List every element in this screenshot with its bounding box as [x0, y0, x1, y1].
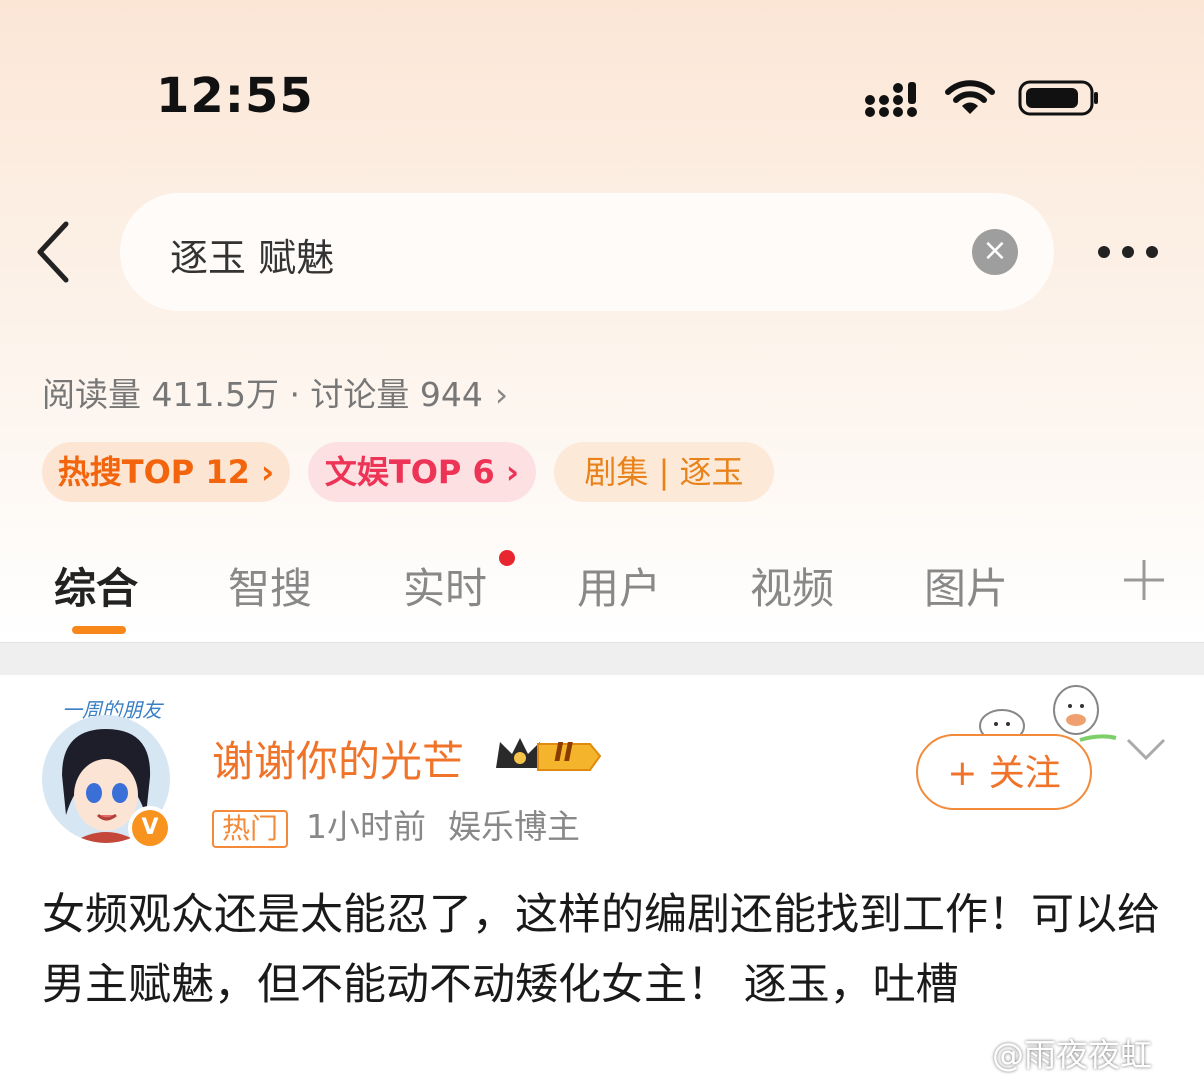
section-divider — [0, 642, 1204, 675]
hot-search-rank-chip[interactable]: 热搜TOP 12 › — [42, 442, 290, 502]
plus-icon[interactable] — [1120, 556, 1168, 604]
post-meta: 热门 1小时前 娱乐博主 — [212, 800, 580, 848]
more-options-icon[interactable] — [1096, 232, 1162, 272]
tab-images[interactable]: 图片 — [924, 555, 1008, 616]
search-input[interactable]: 逐玉 赋魅 × — [120, 193, 1054, 311]
wifi-icon — [945, 80, 995, 114]
author-role: 娱乐博主 — [448, 807, 581, 846]
battery-icon — [1018, 80, 1098, 116]
hot-tag: 热门 — [212, 809, 289, 848]
level-text: II — [554, 738, 574, 768]
drama-chip[interactable]: 剧集 | 逐玉 — [554, 442, 774, 502]
close-icon[interactable]: × — [972, 229, 1018, 275]
crown-level-badge: II — [492, 734, 604, 776]
post-time: 1小时前 — [306, 807, 427, 846]
search-query: 逐玉 赋魅 — [170, 236, 335, 280]
tab-realtime[interactable]: 实时 — [403, 555, 487, 616]
tab-video[interactable]: 视频 — [750, 555, 834, 616]
chevron-right-icon: › — [494, 375, 509, 414]
chevron-down-icon[interactable] — [1124, 734, 1168, 764]
active-tab-indicator — [72, 626, 126, 634]
tab-users[interactable]: 用户 — [577, 555, 661, 616]
post-body-text[interactable]: 女频观众还是太能忍了，这样的编剧还能找到工作！可以给男主赋魅，但不能动不动矮化女… — [42, 880, 1172, 1020]
notification-dot — [499, 550, 515, 566]
tab-comprehensive[interactable]: 综合 — [54, 555, 138, 616]
back-arrow-icon[interactable] — [30, 218, 80, 286]
topic-stats[interactable]: 阅读量 411.5万 · 讨论量 944 › — [42, 368, 508, 416]
tab-smart-search[interactable]: 智搜 — [228, 555, 312, 616]
watermark: @雨夜夜虹 — [992, 1036, 1153, 1074]
follow-button[interactable]: + 关注 — [916, 734, 1092, 810]
cellular-signal-icon — [865, 82, 917, 117]
verified-badge: V — [128, 806, 172, 850]
topic-stats-text: 阅读量 411.5万 · 讨论量 944 — [42, 375, 483, 414]
username[interactable]: 谢谢你的光芒 — [212, 728, 464, 789]
crown-icon — [496, 738, 602, 771]
status-time: 12:55 — [156, 68, 314, 124]
entertainment-rank-chip[interactable]: 文娱TOP 6 › — [308, 442, 536, 502]
